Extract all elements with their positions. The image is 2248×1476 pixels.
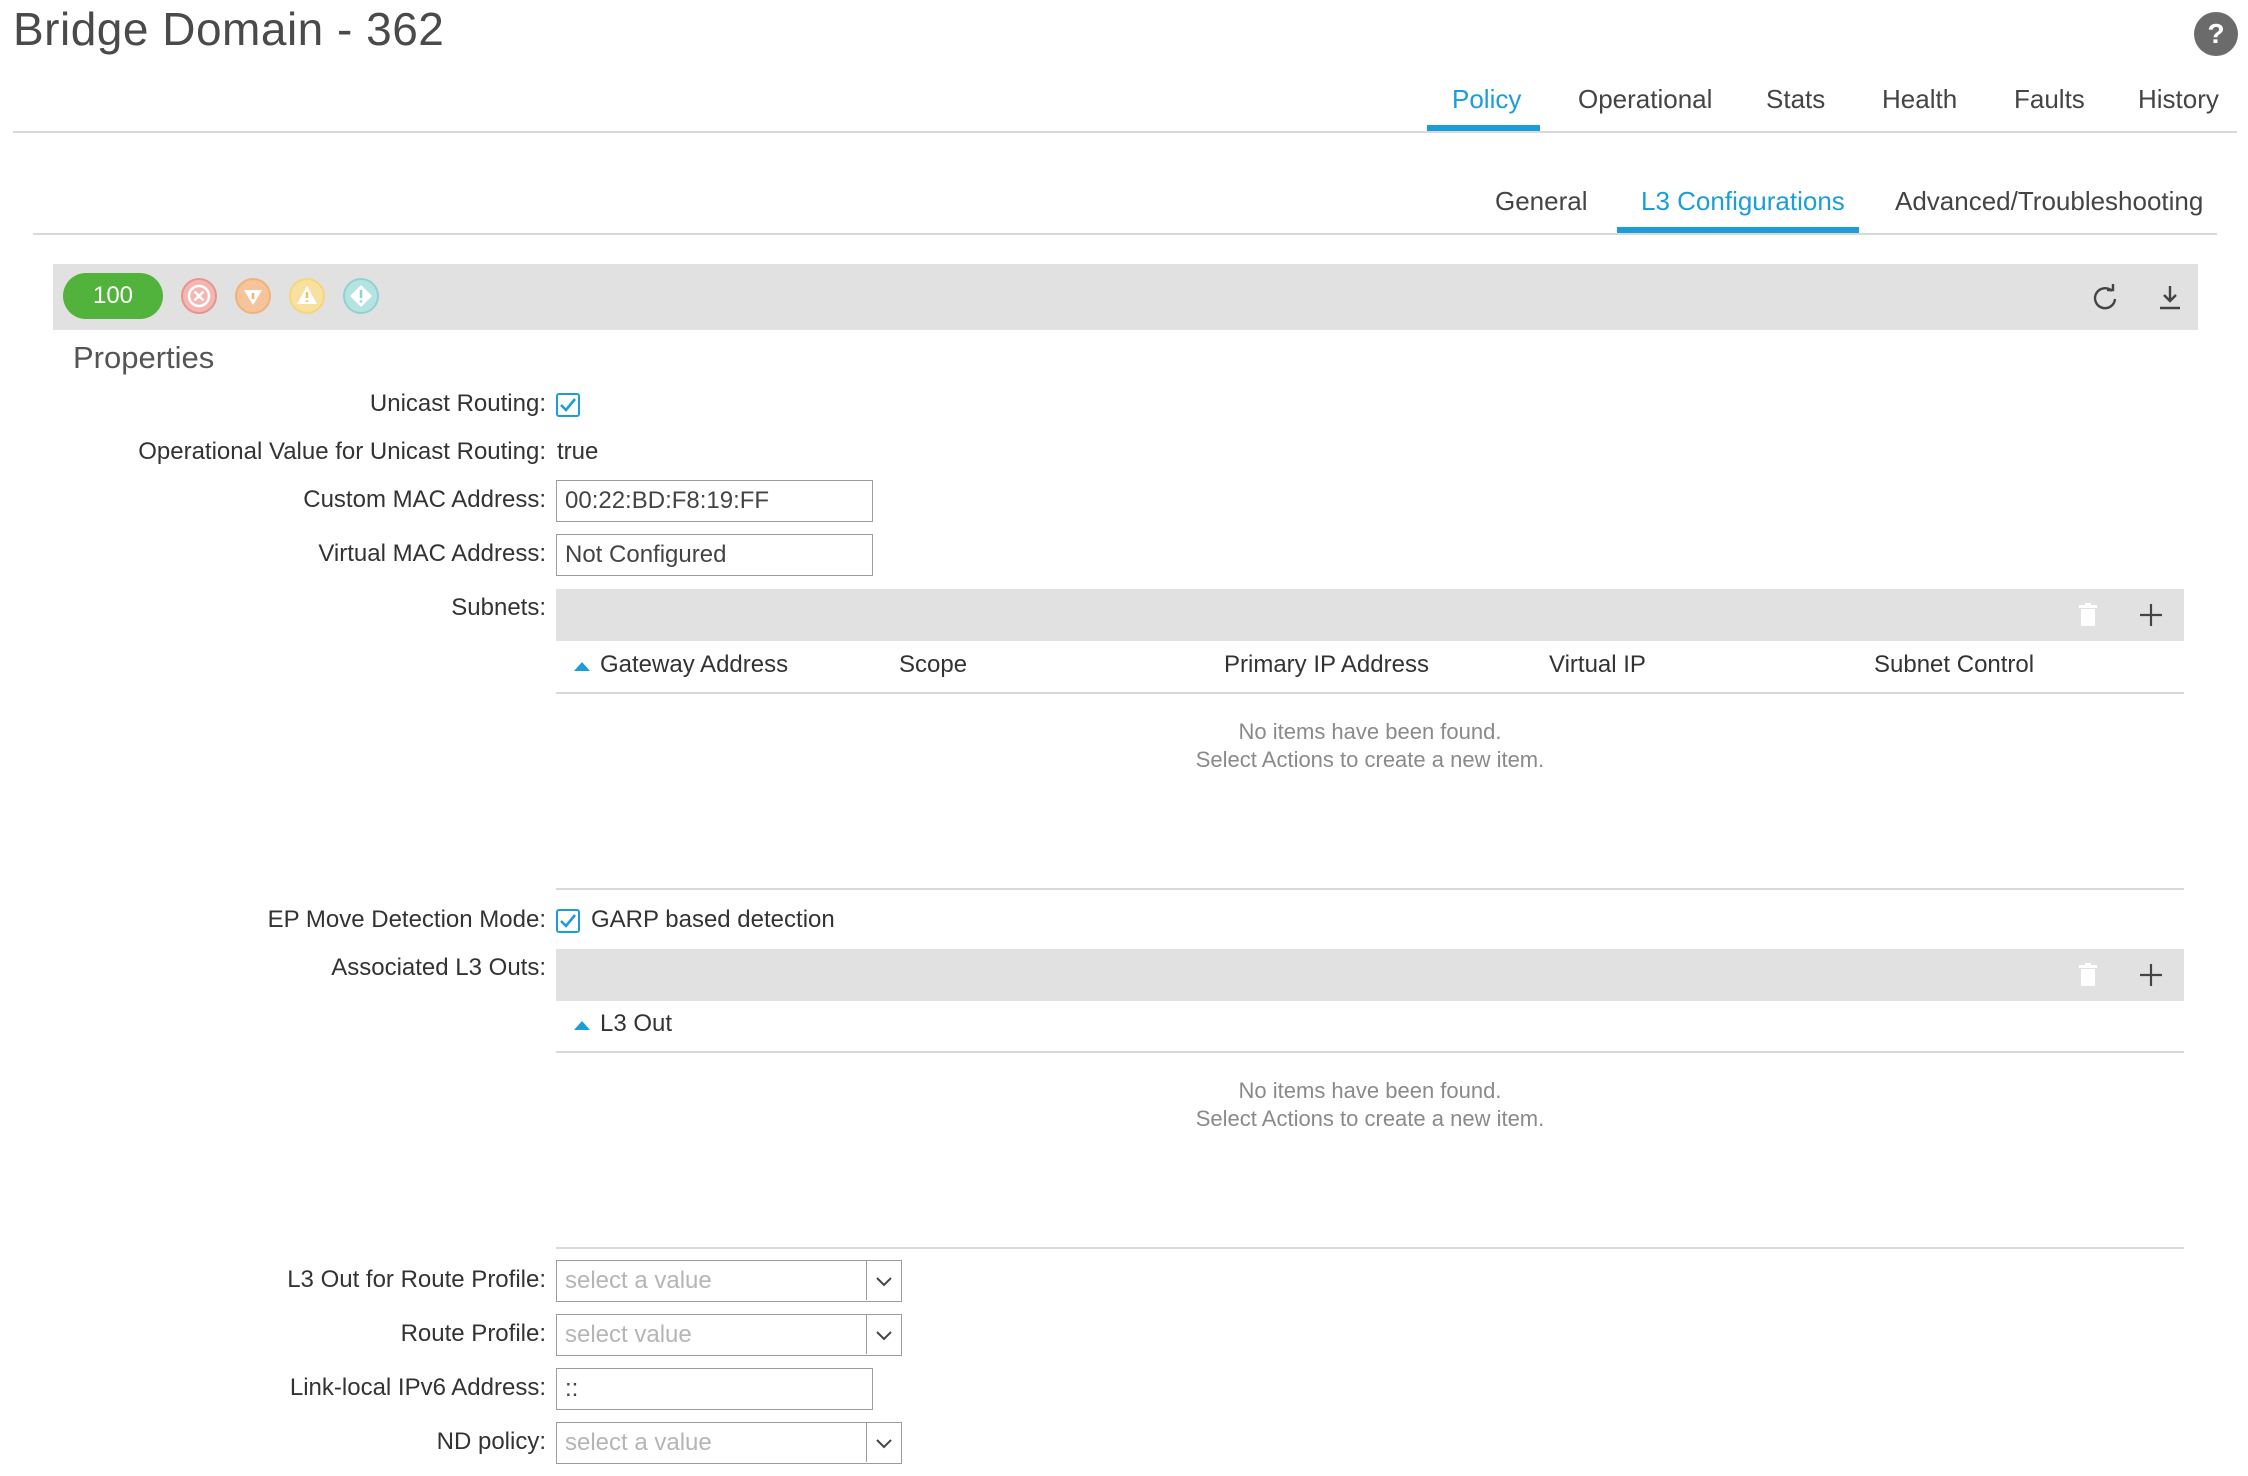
chevron-down-icon[interactable]: [866, 1261, 901, 1300]
operational-unicast-label: Operational Value for Unicast Routing:: [138, 438, 546, 465]
subnets-empty-hint: Select Actions to create a new item.: [1195, 747, 1545, 772]
l3outs-actions-bar: [556, 949, 2184, 1001]
operational-unicast-value: true: [557, 438, 599, 465]
l3out-route-profile-placeholder: select a value: [565, 1267, 712, 1294]
column-primary-ip-address[interactable]: Primary IP Address: [1224, 651, 1429, 679]
tab-faults[interactable]: Faults: [2014, 80, 2085, 134]
tab-operational[interactable]: Operational: [1578, 80, 1712, 134]
ep-move-detection-label: EP Move Detection Mode:: [267, 906, 546, 933]
properties-heading: Properties: [73, 340, 215, 375]
help-icon[interactable]: ?: [2194, 12, 2238, 56]
major-icon[interactable]: [234, 277, 272, 315]
subnets-actions-bar: [556, 589, 2184, 641]
health-score-badge[interactable]: 100: [63, 273, 163, 319]
subnets-table-bottom: [556, 888, 2184, 890]
chevron-down-icon[interactable]: [866, 1423, 901, 1462]
subtab-divider: [33, 233, 2217, 235]
virtual-mac-field[interactable]: Not Configured: [556, 534, 873, 576]
warning-icon[interactable]: [342, 277, 380, 315]
column-subnet-control[interactable]: Subnet Control: [1874, 651, 2034, 679]
page-title: Bridge Domain - 362: [13, 3, 445, 55]
add-icon[interactable]: [2137, 601, 2165, 629]
garp-detection-label[interactable]: GARP based detection: [591, 906, 835, 934]
chevron-down-icon[interactable]: [866, 1315, 901, 1354]
l3outs-empty-message: No items have been found.: [1238, 1078, 1502, 1103]
minor-icon[interactable]: [288, 277, 326, 315]
route-profile-label: Route Profile:: [400, 1320, 546, 1347]
sort-ascending-icon[interactable]: [574, 662, 590, 671]
subnets-label: Subnets:: [451, 594, 546, 621]
link-local-ipv6-field[interactable]: ::: [556, 1368, 873, 1410]
unicast-routing-label: Unicast Routing:: [369, 390, 546, 417]
nd-policy-placeholder: select a value: [565, 1429, 712, 1456]
subnets-empty-message: No items have been found.: [1238, 719, 1502, 744]
garp-detection-checkbox[interactable]: [556, 909, 580, 933]
column-virtual-ip[interactable]: Virtual IP: [1549, 651, 1646, 679]
tab-stats[interactable]: Stats: [1766, 80, 1825, 134]
virtual-mac-label: Virtual MAC Address:: [318, 540, 546, 567]
tab-history[interactable]: History: [2138, 80, 2219, 134]
column-gateway-address[interactable]: Gateway Address: [600, 651, 788, 679]
header-divider: [13, 131, 2237, 133]
add-icon[interactable]: [2137, 961, 2165, 989]
nd-policy-label: ND policy:: [436, 1428, 546, 1455]
column-scope[interactable]: Scope: [899, 651, 967, 679]
download-icon[interactable]: [2155, 282, 2185, 312]
delete-icon[interactable]: [2076, 602, 2100, 628]
associated-l3outs-label: Associated L3 Outs:: [331, 954, 546, 981]
custom-mac-label: Custom MAC Address:: [303, 486, 546, 513]
l3outs-empty-hint: Select Actions to create a new item.: [1195, 1106, 1545, 1131]
link-local-ipv6-label: Link-local IPv6 Address:: [289, 1374, 546, 1401]
column-l3-out[interactable]: L3 Out: [600, 1010, 672, 1038]
unicast-routing-checkbox[interactable]: [556, 393, 580, 417]
critical-icon[interactable]: [180, 277, 218, 315]
route-profile-placeholder: select value: [565, 1321, 692, 1348]
l3outs-header-divider: [556, 1051, 2184, 1053]
subtab-advanced-troubleshooting[interactable]: Advanced/Troubleshooting: [1895, 182, 2203, 236]
delete-icon[interactable]: [2076, 962, 2100, 988]
refresh-icon[interactable]: [2090, 282, 2120, 312]
l3outs-table-bottom: [556, 1247, 2184, 1249]
custom-mac-field[interactable]: 00:22:BD:F8:19:FF: [556, 480, 873, 522]
subnets-header-divider: [556, 692, 2184, 694]
subtab-general[interactable]: General: [1495, 182, 1588, 236]
l3out-route-profile-select[interactable]: select a value: [556, 1260, 902, 1302]
tab-health[interactable]: Health: [1882, 80, 1957, 134]
sort-ascending-icon[interactable]: [574, 1021, 590, 1030]
nd-policy-select[interactable]: select a value: [556, 1422, 902, 1464]
route-profile-select[interactable]: select value: [556, 1314, 902, 1356]
l3out-route-profile-label: L3 Out for Route Profile:: [287, 1266, 546, 1293]
